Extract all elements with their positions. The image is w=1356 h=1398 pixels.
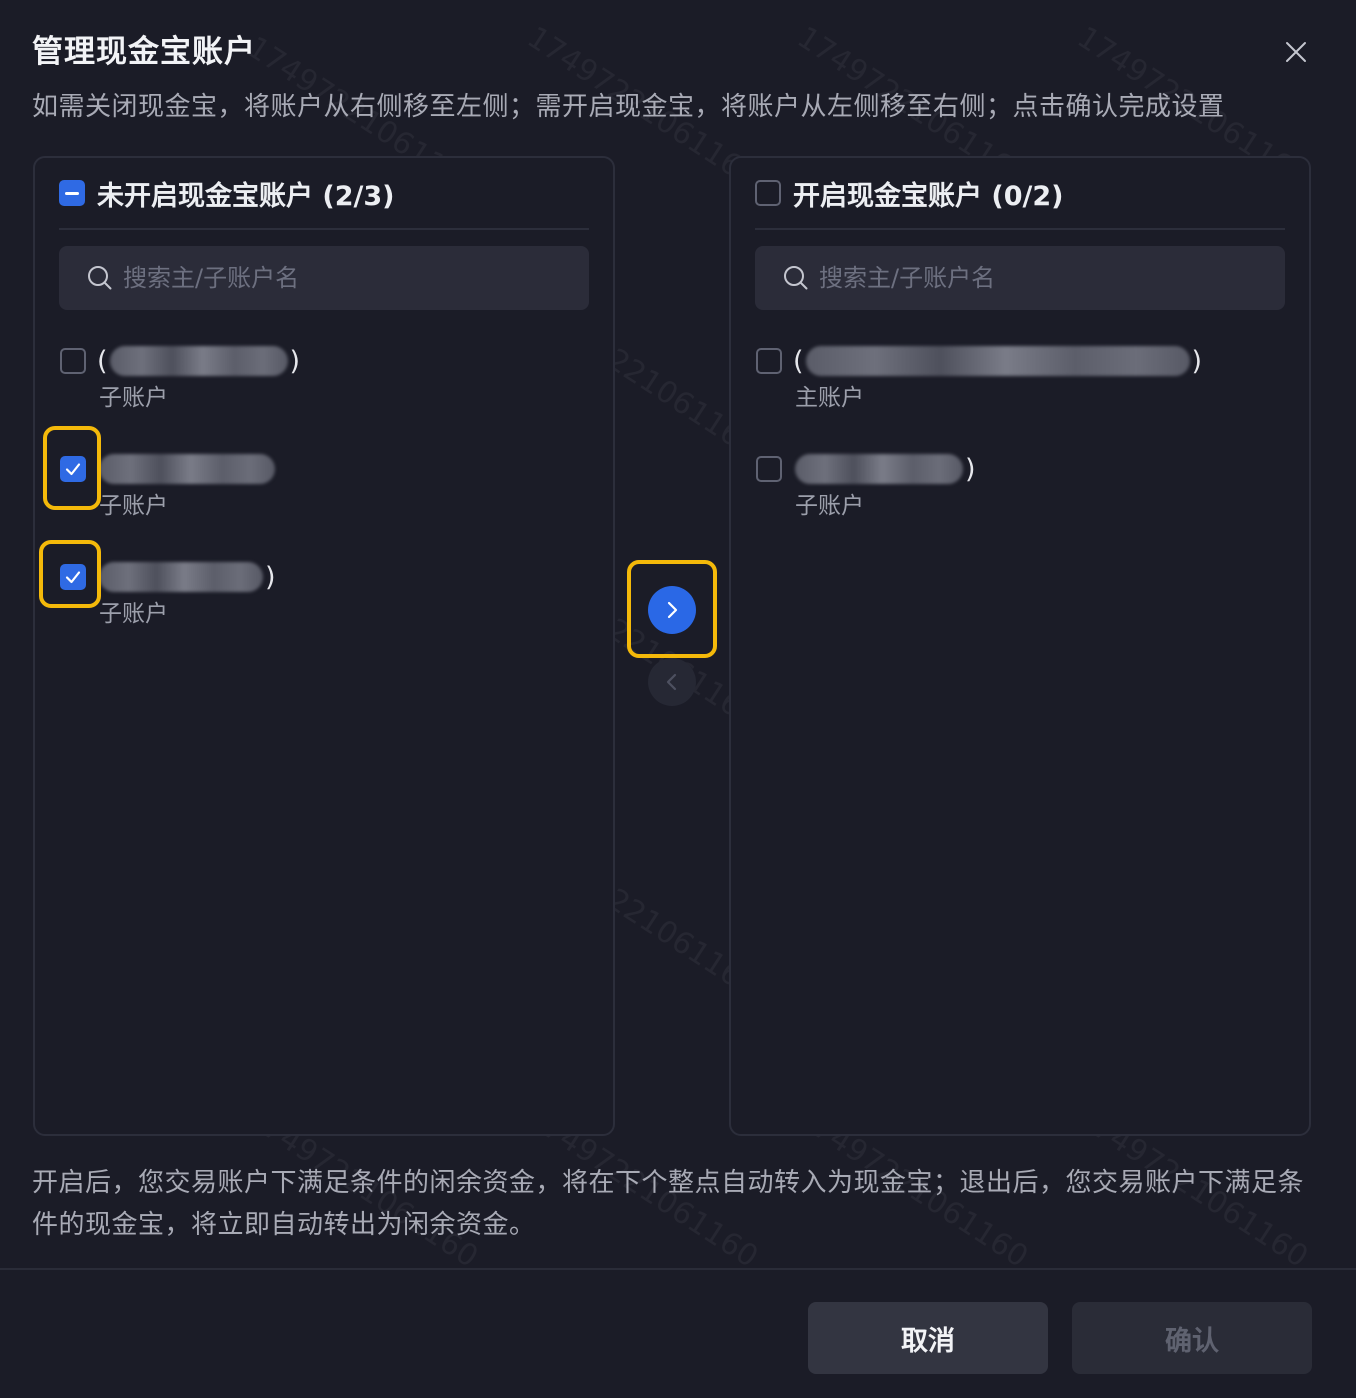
right-account-item[interactable]: ) 子账户 (755, 442, 1275, 522)
search-icon (784, 266, 808, 290)
left-search-input[interactable] (123, 264, 543, 292)
account-name-suffix: ) (289, 345, 301, 377)
account-type-label: 主账户 (795, 385, 864, 411)
account-name-prefix: ( (97, 345, 108, 377)
search-icon (88, 266, 112, 290)
left-search-box[interactable] (59, 246, 589, 310)
left-select-all-checkbox[interactable] (59, 180, 85, 206)
right-search-input[interactable] (819, 264, 1239, 292)
chevron-right-icon (667, 601, 678, 619)
right-select-all-checkbox[interactable] (755, 180, 781, 206)
explanation-note: 开启后，您交易账户下满足条件的闲余资金，将在下个整点自动转入为现金宝；退出后，您… (32, 1168, 1305, 1240)
footer-divider (0, 1268, 1356, 1270)
manage-cash-account-dialog: 17497221061160 17497221061160 1749722106… (0, 0, 1356, 1398)
account-name-suffix: ) (265, 561, 276, 593)
confirm-button[interactable]: 确认 (1072, 1302, 1312, 1374)
move-to-left-button[interactable] (648, 658, 696, 706)
left-panel-header: 未开启现金宝账户 (2/3) (59, 158, 589, 230)
checkmark-icon (65, 571, 81, 584)
close-button[interactable] (1276, 32, 1316, 72)
right-panel-title: 开启现金宝账户 (0/2) (793, 180, 1064, 212)
left-account-item[interactable]: ) 子账户 (59, 550, 579, 630)
account-type-label: 子账户 (99, 601, 168, 627)
right-search-box[interactable] (755, 246, 1285, 310)
account-checkbox[interactable] (756, 348, 782, 374)
right-panel-header: 开启现金宝账户 (0/2) (755, 158, 1285, 230)
account-checkbox[interactable] (756, 456, 782, 482)
right-account-item[interactable]: ( ) 主账户 (755, 334, 1275, 414)
account-name-suffix: ) (965, 453, 976, 485)
left-account-item[interactable]: ( ) 子账户 (59, 334, 579, 414)
move-to-right-button[interactable] (648, 586, 696, 634)
left-panel-title: 未开启现金宝账户 (2/3) (97, 180, 395, 212)
dialog-subtitle: 如需关闭现金宝，将账户从右侧移至左侧；需开启现金宝，将账户从左侧移至右侧；点击确… (32, 92, 1225, 122)
chevron-left-icon (666, 673, 677, 691)
redacted-account-name (109, 346, 288, 376)
redacted-account-name (805, 346, 1190, 376)
checkmark-icon (65, 463, 81, 476)
left-account-item[interactable]: 子账户 (59, 442, 579, 522)
cancel-button[interactable]: 取消 (808, 1302, 1048, 1374)
account-checkbox[interactable] (60, 456, 86, 482)
minus-icon (65, 191, 79, 195)
account-checkbox[interactable] (60, 348, 86, 374)
right-panel-enabled-accounts: 开启现金宝账户 (0/2) ( ) 主账户 ) (729, 156, 1311, 1136)
account-type-label: 子账户 (99, 385, 168, 411)
account-checkbox[interactable] (60, 564, 86, 590)
account-type-label: 子账户 (795, 493, 864, 519)
left-panel-disabled-accounts: 未开启现金宝账户 (2/3) ( ) 子账户 (33, 156, 615, 1136)
account-name-suffix: ) (1191, 345, 1203, 377)
redacted-account-name (99, 562, 263, 592)
account-type-label: 子账户 (99, 493, 168, 519)
account-name-prefix: ( (793, 345, 804, 377)
redacted-account-name (795, 454, 963, 484)
dialog-title: 管理现金宝账户 (32, 34, 256, 70)
close-icon (1286, 42, 1306, 62)
redacted-account-name (99, 454, 275, 484)
